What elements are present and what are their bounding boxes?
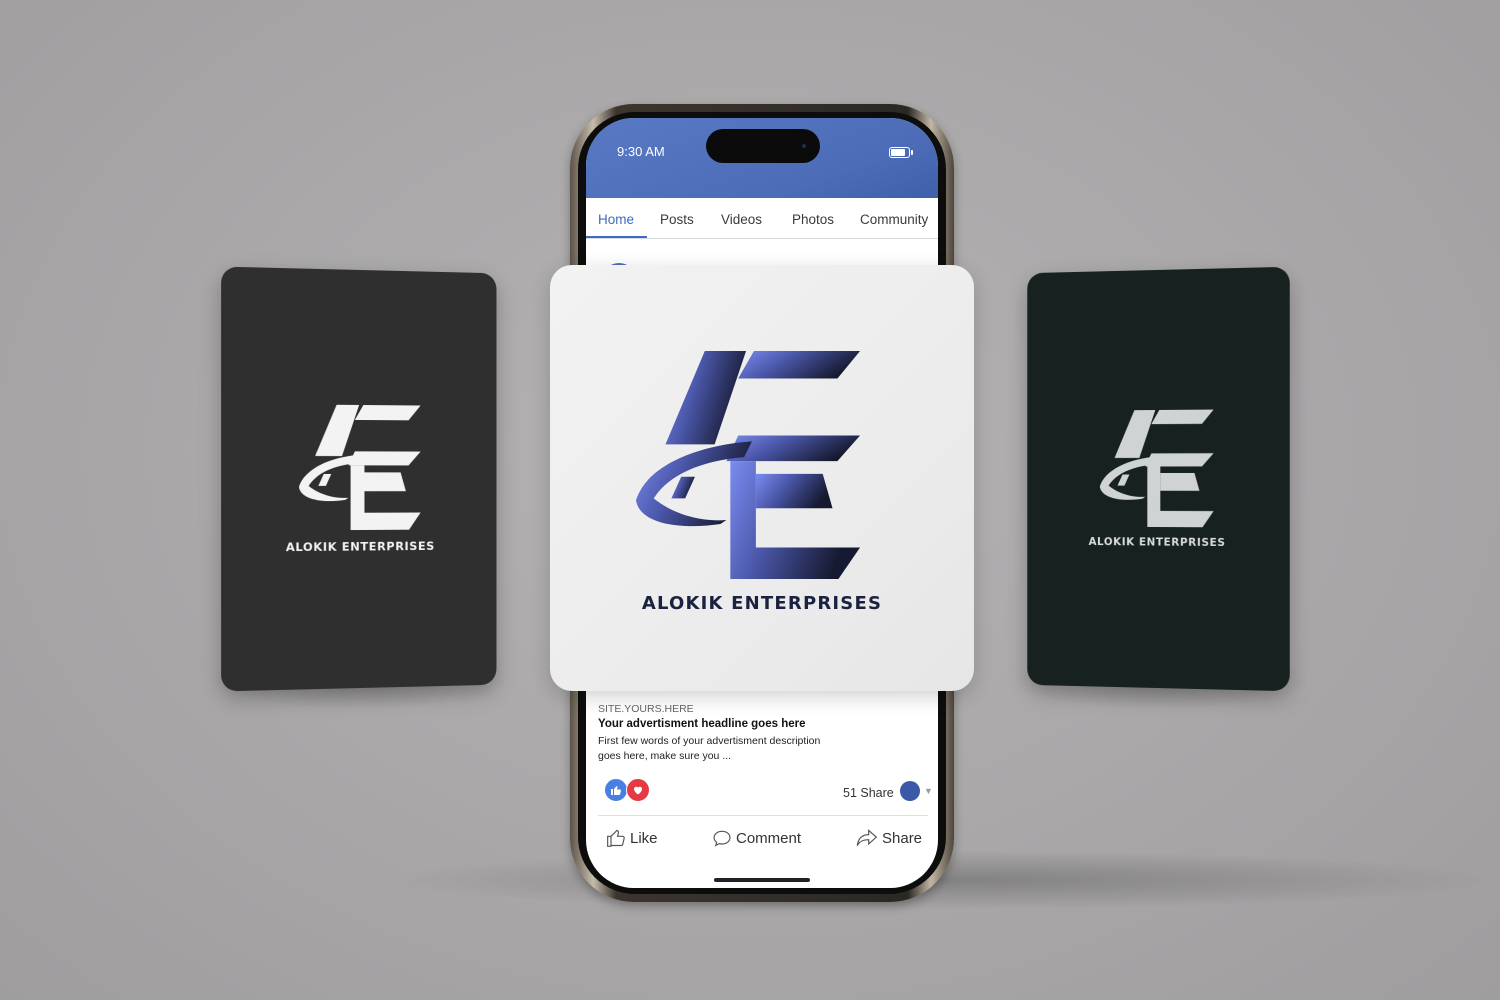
left-logo-card: ALOKIK ENTERPRISES — [221, 266, 497, 692]
tab-videos[interactable]: Videos — [721, 212, 762, 227]
battery-icon — [889, 147, 913, 158]
share-label: Share — [882, 829, 923, 847]
like-button[interactable]: Like — [606, 828, 658, 848]
ae-logo-icon — [636, 349, 862, 581]
comment-label: Comment — [736, 829, 802, 847]
battery-level — [891, 149, 905, 156]
featured-logo-card[interactable]: ALOKIK ENTERPRISES — [550, 265, 974, 691]
thumbs-up-outline-icon — [607, 829, 625, 847]
ad-description: First few words of your advertisment des… — [598, 735, 821, 762]
viewer-avatar[interactable] — [900, 781, 920, 801]
dynamic-island — [706, 129, 820, 163]
right-logo-card: ALOKIK ENTERPRISES — [1027, 266, 1290, 692]
action-divider — [598, 815, 928, 816]
reaction-summary[interactable] — [604, 778, 664, 802]
status-time: 9:30 AM — [617, 144, 665, 159]
comment-icon — [713, 830, 731, 847]
thumbs-up-icon — [604, 778, 628, 802]
share-arrow-icon — [856, 829, 878, 846]
ad-headline[interactable]: Your advertisment headline goes here — [598, 718, 806, 730]
tab-posts[interactable]: Posts — [660, 212, 694, 227]
comment-button[interactable]: Comment — [712, 828, 801, 848]
share-button[interactable]: Share — [856, 828, 922, 848]
ad-site-url[interactable]: SITE.YOURS.HERE — [598, 703, 694, 715]
right-card-logo: ALOKIK ENTERPRISES — [1089, 409, 1226, 549]
camera-dot — [802, 144, 806, 148]
tab-home[interactable]: Home — [598, 212, 634, 227]
ae-logo-icon — [299, 404, 422, 531]
left-card-brand-name: ALOKIK ENTERPRISES — [285, 538, 435, 555]
tab-photos[interactable]: Photos — [792, 212, 834, 227]
share-count[interactable]: 51 Share — [843, 786, 894, 800]
left-card-logo: ALOKIK ENTERPRISES — [286, 404, 435, 554]
right-card-brand-name: ALOKIK ENTERPRISES — [1088, 536, 1226, 550]
page-tabs: Home Posts Videos Photos Community — [586, 202, 938, 239]
tab-community[interactable]: Community — [860, 212, 928, 227]
chevron-down-icon[interactable]: ▼ — [924, 786, 933, 796]
featured-brand-name: ALOKIK ENTERPRISES — [641, 593, 883, 614]
heart-icon — [626, 778, 650, 802]
like-label: Like — [630, 829, 658, 847]
status-bar: 9:30 AM — [586, 118, 938, 198]
home-indicator — [714, 878, 810, 882]
active-tab-indicator — [586, 236, 647, 238]
ae-logo-icon — [1099, 409, 1214, 528]
